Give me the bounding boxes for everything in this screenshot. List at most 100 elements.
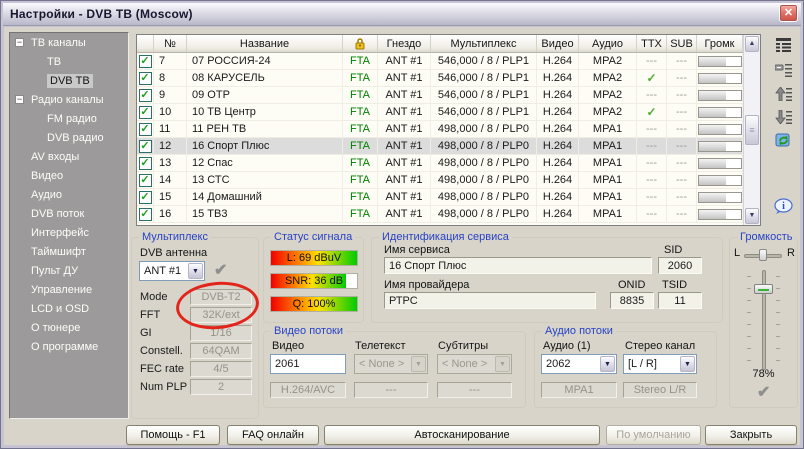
- channel-checkbox[interactable]: ✓: [139, 89, 152, 102]
- close-button[interactable]: ✕: [779, 4, 798, 22]
- move-down-icon[interactable]: [771, 106, 795, 128]
- video-pid-input[interactable]: 2061: [270, 354, 346, 374]
- checkbox-cell: ✓: [137, 53, 154, 70]
- multiplex-cell: 546,000 / 8 / PLP1: [431, 87, 537, 104]
- column-header[interactable]: №: [154, 35, 187, 52]
- param-row: Constell. 64QAM: [132, 342, 258, 360]
- rescan-icon[interactable]: [771, 129, 795, 151]
- autoscan-button[interactable]: Автосканирование: [324, 425, 600, 445]
- channel-row[interactable]: ✓909 ОТРFTAANT #1546,000 / 8 / PLP1H.264…: [137, 87, 743, 104]
- audio-codec-cell: MPA1: [579, 138, 637, 155]
- column-header[interactable]: Громк: [697, 35, 743, 52]
- audio-pid-select[interactable]: 2062 ▼: [541, 354, 617, 374]
- sidebar-item[interactable]: AV входы: [10, 147, 128, 166]
- channel-name: 10 ТВ Центр: [187, 104, 343, 121]
- sidebar-item[interactable]: Аудио: [10, 185, 128, 204]
- table-scrollbar[interactable]: ▲ ≡ ▼: [743, 35, 760, 225]
- help-button[interactable]: Помощь - F1: [126, 425, 220, 445]
- info-icon[interactable]: i: [771, 195, 795, 217]
- collapse-icon[interactable]: −: [15, 95, 24, 104]
- sidebar-item[interactable]: О тюнере: [10, 318, 128, 337]
- channel-row[interactable]: ✓1010 ТВ ЦентрFTAANT #1546,000 / 8 / PLP…: [137, 104, 743, 121]
- channel-checkbox[interactable]: ✓: [139, 106, 152, 119]
- volume-slider-thumb[interactable]: [754, 284, 773, 294]
- sidebar-item[interactable]: ТВ: [10, 52, 128, 71]
- channel-checkbox[interactable]: ✓: [139, 55, 152, 68]
- video-codec-cell: H.264: [537, 155, 579, 172]
- volume-bar-fill: [699, 159, 727, 168]
- signal-level-bar: L: 69 dBuV: [270, 250, 358, 266]
- scroll-down-icon[interactable]: ▼: [745, 208, 759, 224]
- channel-row[interactable]: ✓808 КАРУСЕЛЬFTAANT #1546,000 / 8 / PLP1…: [137, 70, 743, 87]
- balance-slider-thumb[interactable]: [759, 249, 767, 261]
- audio-panel-title: Аудио потоки: [542, 325, 616, 337]
- column-header[interactable]: Аудио: [579, 35, 637, 52]
- sidebar-item[interactable]: FM радио: [10, 109, 128, 128]
- move-up-icon[interactable]: [771, 83, 795, 105]
- socket-cell: ANT #1: [378, 53, 431, 70]
- param-value: 1/16: [190, 325, 252, 341]
- delete-channel-icon[interactable]: [771, 59, 795, 81]
- sidebar-item[interactable]: Видео: [10, 166, 128, 185]
- antenna-select[interactable]: ANT #1 ▼: [139, 261, 205, 281]
- volume-ticks-left: [747, 276, 751, 368]
- channel-name: 15 ТВ3: [187, 206, 343, 223]
- multiplex-cell: 498,000 / 8 / PLP0: [431, 206, 537, 223]
- param-value: 2: [190, 379, 252, 395]
- channel-row[interactable]: ✓1312 СпасFTAANT #1498,000 / 8 / PLP0H.2…: [137, 155, 743, 172]
- channel-row[interactable]: ✓1514 ДомашнийFTAANT #1498,000 / 8 / PLP…: [137, 189, 743, 206]
- ttx-cell: ---: [637, 121, 667, 138]
- lock-icon[interactable]: [343, 35, 378, 52]
- sidebar-item[interactable]: Управление: [10, 280, 128, 299]
- column-header[interactable]: Видео: [537, 35, 579, 52]
- chevron-down-icon[interactable]: ▼: [188, 263, 203, 279]
- video-codec-cell: H.264: [537, 121, 579, 138]
- sidebar-item[interactable]: Пульт ДУ: [10, 261, 128, 280]
- channel-checkbox[interactable]: ✓: [139, 174, 152, 187]
- sidebar-item[interactable]: LCD и OSD: [10, 299, 128, 318]
- channel-row[interactable]: ✓1413 СТСFTAANT #1498,000 / 8 / PLP0H.26…: [137, 172, 743, 189]
- chevron-down-icon[interactable]: ▼: [600, 356, 615, 372]
- channel-checkbox[interactable]: ✓: [139, 191, 152, 204]
- scrollbar-thumb[interactable]: ≡: [745, 115, 759, 145]
- channel-row[interactable]: ✓1111 РЕН ТВFTAANT #1498,000 / 8 / PLP0H…: [137, 121, 743, 138]
- sidebar-item[interactable]: −ТВ каналы: [10, 33, 128, 52]
- channel-row[interactable]: ✓707 РОССИЯ-24FTAANT #1546,000 / 8 / PLP…: [137, 53, 743, 70]
- sidebar-item[interactable]: Интерфейс: [10, 223, 128, 242]
- close-dialog-button[interactable]: Закрыть: [705, 425, 797, 445]
- sidebar-item-label: Управление: [31, 284, 92, 296]
- scroll-up-icon[interactable]: ▲: [745, 36, 759, 52]
- chevron-down-icon[interactable]: ▼: [680, 356, 695, 372]
- channel-list-icon[interactable]: [771, 33, 795, 55]
- ttx-cell: ---: [637, 206, 667, 223]
- sidebar-item[interactable]: Таймшифт: [10, 242, 128, 261]
- column-header[interactable]: Название: [187, 35, 343, 52]
- column-header[interactable]: [137, 35, 154, 52]
- socket-cell: ANT #1: [378, 189, 431, 206]
- channel-row[interactable]: ✓1615 ТВ3FTAANT #1498,000 / 8 / PLP0H.26…: [137, 206, 743, 223]
- column-header[interactable]: TTX: [637, 35, 667, 52]
- channel-row[interactable]: ✓1216 Спорт ПлюсFTAANT #1498,000 / 8 / P…: [137, 138, 743, 155]
- channel-checkbox[interactable]: ✓: [139, 208, 152, 221]
- checkbox-cell: ✓: [137, 206, 154, 223]
- audio-codec-cell: MPA2: [579, 53, 637, 70]
- sidebar-item[interactable]: DVB ТВ: [10, 71, 128, 90]
- titlebar: Настройки - DVB ТВ (Moscow): [3, 3, 801, 26]
- volume-bar: [698, 73, 742, 84]
- channel-checkbox[interactable]: ✓: [139, 140, 152, 153]
- column-header[interactable]: SUB: [667, 35, 697, 52]
- sidebar-item[interactable]: О программе: [10, 337, 128, 356]
- access-badge: FTA: [343, 172, 378, 189]
- sidebar-item[interactable]: DVB поток: [10, 204, 128, 223]
- none-dashes: ---: [646, 123, 657, 135]
- sidebar-item[interactable]: DVB радио: [10, 128, 128, 147]
- faq-button[interactable]: FAQ онлайн: [227, 425, 319, 445]
- column-header[interactable]: Гнездо: [378, 35, 431, 52]
- stereo-select[interactable]: [L / R] ▼: [623, 354, 697, 374]
- channel-checkbox[interactable]: ✓: [139, 157, 152, 170]
- column-header[interactable]: Мультиплекс: [431, 35, 537, 52]
- sidebar-item[interactable]: −Радио каналы: [10, 90, 128, 109]
- channel-checkbox[interactable]: ✓: [139, 72, 152, 85]
- collapse-icon[interactable]: −: [15, 38, 24, 47]
- channel-checkbox[interactable]: ✓: [139, 123, 152, 136]
